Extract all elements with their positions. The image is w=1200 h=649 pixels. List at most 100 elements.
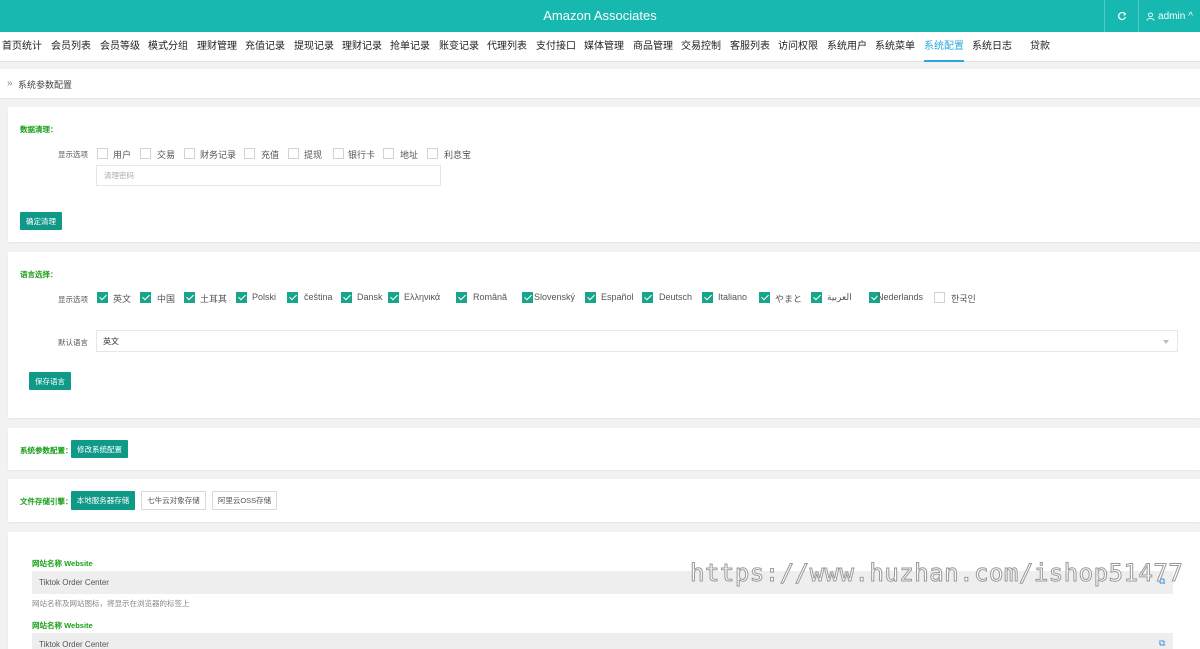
nav-item[interactable]: 理财管理 (197, 32, 237, 62)
nav-item[interactable]: 系统配置 (924, 32, 964, 62)
confirm-clear-button[interactable]: 确定清理 (20, 212, 62, 230)
site-field-label: 网站名称 Website (32, 621, 93, 630)
checkbox[interactable] (140, 292, 151, 303)
top-bar: Amazon Associates admin ^ (0, 0, 1200, 32)
checkbox-label: Dansk (357, 292, 383, 302)
user-name: admin (1158, 10, 1186, 22)
checkbox[interactable] (585, 292, 596, 303)
storage-card: 文件存储引擎： 本地服务器存储 七牛云对象存储 阿里云OSS存储 (8, 479, 1200, 522)
nav-item[interactable]: 充值记录 (245, 32, 285, 62)
nav-item[interactable]: 访问权限 (778, 32, 818, 62)
checkbox[interactable] (288, 148, 299, 159)
default-language-value: 英文 (103, 336, 119, 346)
checkbox[interactable] (427, 148, 438, 159)
nav-item[interactable]: 支付接口 (536, 32, 576, 62)
breadcrumb: » 系统参数配置 (0, 69, 1200, 99)
refresh-icon (1117, 11, 1126, 21)
nav-item[interactable]: 交易控制 (681, 32, 721, 62)
nav-item[interactable]: 媒体管理 (584, 32, 624, 62)
clear-password-input[interactable]: 清理密码 (96, 165, 441, 186)
storage-option-button[interactable]: 阿里云OSS存储 (212, 491, 277, 510)
save-language-button[interactable]: 保存语言 (29, 372, 71, 390)
breadcrumb-text: 系统参数配置 (18, 80, 73, 90)
nav-item[interactable]: 抢单记录 (390, 32, 430, 62)
checkbox-label: Deutsch (659, 292, 693, 302)
main-nav: 首页统计 会员列表 会员等级 模式分组 理财管理 充值记录 提现记录 理财记录 抢单记录 账变记录… (0, 32, 1200, 62)
nav-item[interactable]: 模式分组 (148, 32, 188, 62)
checkbox[interactable] (811, 292, 822, 303)
checkbox-label: 充值 (261, 150, 280, 160)
user-menu[interactable]: admin ^ (1138, 0, 1200, 32)
checkbox-label: العربية (827, 292, 852, 302)
checkbox-label: Română (473, 292, 508, 302)
checkbox-label: 英文 (113, 294, 132, 304)
nav-item[interactable]: 理财记录 (342, 32, 382, 62)
data-clear-options-label: 显示选项 (58, 150, 88, 159)
checkbox-label: 中国 (157, 294, 176, 304)
watermark-text: https://www.huzhan.com/ishop51477 (689, 559, 1184, 588)
checkbox[interactable] (244, 148, 255, 159)
nav-item[interactable]: 贷款 (1030, 32, 1050, 62)
nav-item[interactable]: 提现记录 (294, 32, 334, 62)
language-options-label: 显示选项 (58, 295, 88, 304)
checkbox[interactable] (522, 292, 533, 303)
checkbox[interactable] (702, 292, 713, 303)
checkbox[interactable] (456, 292, 467, 303)
site-field-hint: 网站名称及网站图标，将显示在浏览器的标签上 (32, 599, 190, 608)
nav-item[interactable]: 系统菜单 (875, 32, 915, 62)
checkbox-label: 银行卡 (348, 150, 376, 160)
checkbox-label: Slovenský (534, 292, 576, 302)
refresh-button[interactable] (1104, 0, 1138, 32)
checkbox[interactable] (97, 292, 108, 303)
checkbox-label: 利息宝 (444, 150, 472, 160)
copy-icon[interactable]: ⧉ (1159, 638, 1165, 649)
checkbox-label: Español (601, 292, 634, 302)
nav-item[interactable]: 首页统计 (2, 32, 42, 62)
checkbox-label: 土耳其 (200, 294, 228, 304)
nav-item[interactable]: 系统用户 (827, 32, 867, 62)
data-clear-card: 数据清理： 显示选项 用户 交易 财务记录 充值 提现 银行卡 地址 利息宝 清理密码 确定清… (8, 107, 1200, 242)
checkbox-label: 财务记录 (200, 150, 237, 160)
site-name-input[interactable]: Tiktok Order Center (32, 633, 1173, 649)
storage-option-button[interactable]: 七牛云对象存储 (141, 491, 206, 510)
checkbox[interactable] (287, 292, 298, 303)
user-icon (1146, 11, 1155, 21)
edit-system-config-button[interactable]: 修改系统配置 (71, 440, 128, 458)
checkbox-label: Polski (252, 292, 277, 302)
chevron-up-icon: ^ (1188, 10, 1193, 22)
nav-item[interactable]: 会员等级 (100, 32, 140, 62)
site-field-label: 网站名称 Website (32, 559, 93, 568)
storage-title: 文件存储引擎： (20, 497, 73, 506)
checkbox-label: 地址 (400, 150, 419, 160)
checkbox-label: 한국인 (951, 294, 976, 304)
checkbox-label: 交易 (157, 150, 176, 160)
data-clear-title: 数据清理： (20, 125, 58, 134)
nav-item[interactable]: 代理列表 (487, 32, 527, 62)
checkbox[interactable] (341, 292, 352, 303)
storage-option-button[interactable]: 本地服务器存储 (71, 491, 135, 510)
checkbox-label: čeština (304, 292, 333, 302)
checkbox-label: 提现 (304, 150, 323, 160)
checkbox[interactable] (97, 148, 108, 159)
checkbox[interactable] (383, 148, 394, 159)
checkbox[interactable] (236, 292, 247, 303)
checkbox[interactable] (140, 148, 151, 159)
nav-item[interactable]: 账变记录 (439, 32, 479, 62)
checkbox-label: 用户 (113, 150, 132, 160)
nav-item[interactable]: 客服列表 (730, 32, 770, 62)
nav-item[interactable]: 会员列表 (51, 32, 91, 62)
checkbox[interactable] (934, 292, 945, 303)
language-title: 语言选择： (20, 270, 58, 279)
checkbox[interactable] (333, 148, 344, 159)
checkbox[interactable] (642, 292, 653, 303)
app-title: Amazon Associates (543, 8, 657, 23)
default-language-select[interactable]: 英文 (96, 330, 1178, 352)
checkbox[interactable] (759, 292, 770, 303)
double-chevron-right-icon: » (7, 78, 13, 89)
system-params-title: 系统参数配置： (20, 446, 73, 455)
nav-item[interactable]: 系统日志 (972, 32, 1012, 62)
nav-item[interactable]: 商品管理 (633, 32, 673, 62)
checkbox[interactable] (184, 292, 195, 303)
checkbox[interactable] (388, 292, 399, 303)
checkbox[interactable] (184, 148, 195, 159)
